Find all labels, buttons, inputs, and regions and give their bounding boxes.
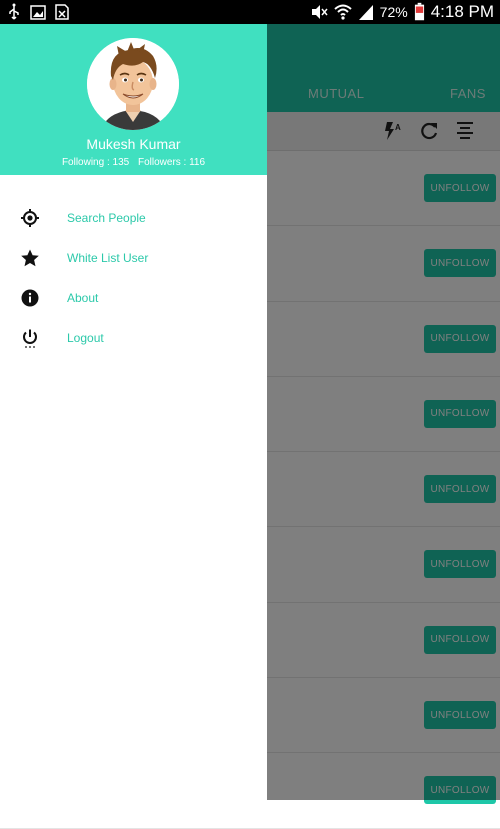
followers-count: Followers : 116 xyxy=(137,157,206,168)
avatar[interactable] xyxy=(87,38,179,130)
cartoon-avatar-icon xyxy=(87,38,179,130)
image-notification-icon xyxy=(30,5,46,20)
menu-label: White List User xyxy=(67,251,149,265)
mute-icon xyxy=(311,5,328,19)
menu-item-about[interactable]: About xyxy=(0,279,267,319)
usb-icon xyxy=(9,3,19,20)
menu-label: About xyxy=(67,291,99,305)
drawer-header: Mukesh Kumar Following : 135 Followers :… xyxy=(0,24,267,175)
signal-icon xyxy=(358,5,373,20)
navigation-drawer: Mukesh Kumar Following : 135 Followers :… xyxy=(0,24,267,800)
info-icon xyxy=(21,289,39,307)
profile-stats: Following : 135 Followers : 116 xyxy=(0,157,267,168)
menu-item-white-list-user[interactable]: White List User xyxy=(0,239,267,279)
menu-item-search-people[interactable]: Search People xyxy=(0,199,267,239)
menu-label: Search People xyxy=(67,211,146,225)
clock: 4:18 PM xyxy=(430,2,494,21)
file-notification-icon xyxy=(55,4,69,20)
star-icon xyxy=(21,249,39,267)
menu-item-logout[interactable]: Logout xyxy=(0,319,267,359)
profile-name: Mukesh Kumar xyxy=(86,136,181,152)
crosshair-icon xyxy=(21,209,39,227)
drawer-menu: Search People White List User About Logo… xyxy=(0,199,267,359)
menu-label: Logout xyxy=(67,331,104,345)
battery-icon xyxy=(414,2,424,21)
following-count: Following : 135 xyxy=(61,157,130,168)
wifi-icon xyxy=(333,4,352,20)
status-bar: 72% 4:18 PM xyxy=(0,0,500,24)
power-icon xyxy=(23,329,37,348)
battery-percent: 72% xyxy=(379,4,408,20)
